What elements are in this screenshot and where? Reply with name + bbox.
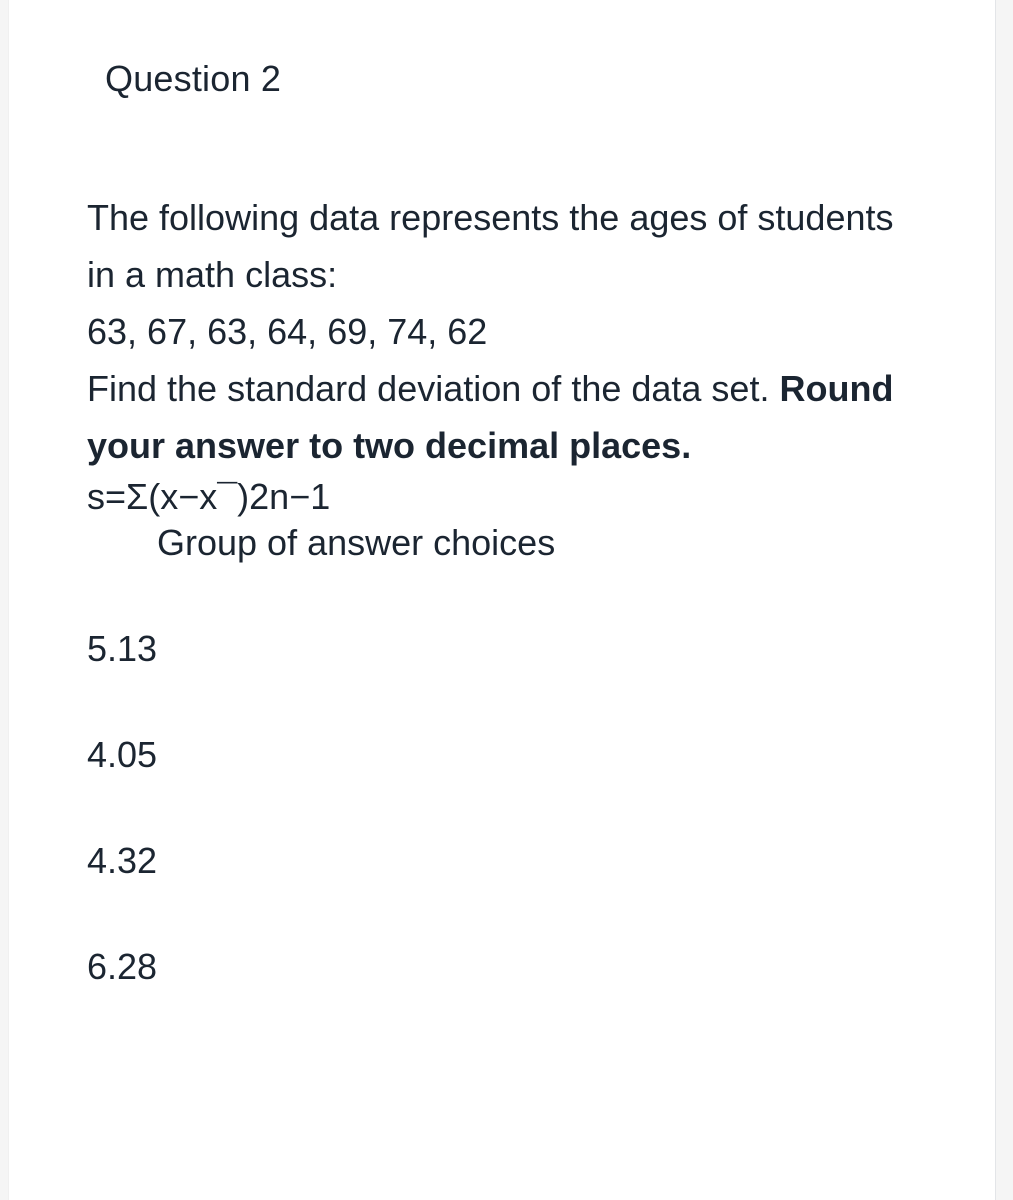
question-card: Question 2 The following data represents… <box>8 0 996 1200</box>
question-formula: s=Σ(x−x¯)2n−1 <box>87 476 917 518</box>
answer-choices-label: Group of answer choices <box>157 522 917 564</box>
answer-choice[interactable]: 4.05 <box>87 734 917 776</box>
question-intro: The following data represents the ages o… <box>87 197 894 295</box>
answer-choice[interactable]: 4.32 <box>87 840 917 882</box>
answer-choice[interactable]: 5.13 <box>87 628 917 670</box>
question-title: Question 2 <box>105 58 917 100</box>
question-data-values: 63, 67, 63, 64, 69, 74, 62 <box>87 311 487 352</box>
answer-choice[interactable]: 6.28 <box>87 946 917 988</box>
question-instruction: Find the standard deviation of the data … <box>87 368 779 409</box>
question-body: The following data represents the ages o… <box>87 190 917 474</box>
